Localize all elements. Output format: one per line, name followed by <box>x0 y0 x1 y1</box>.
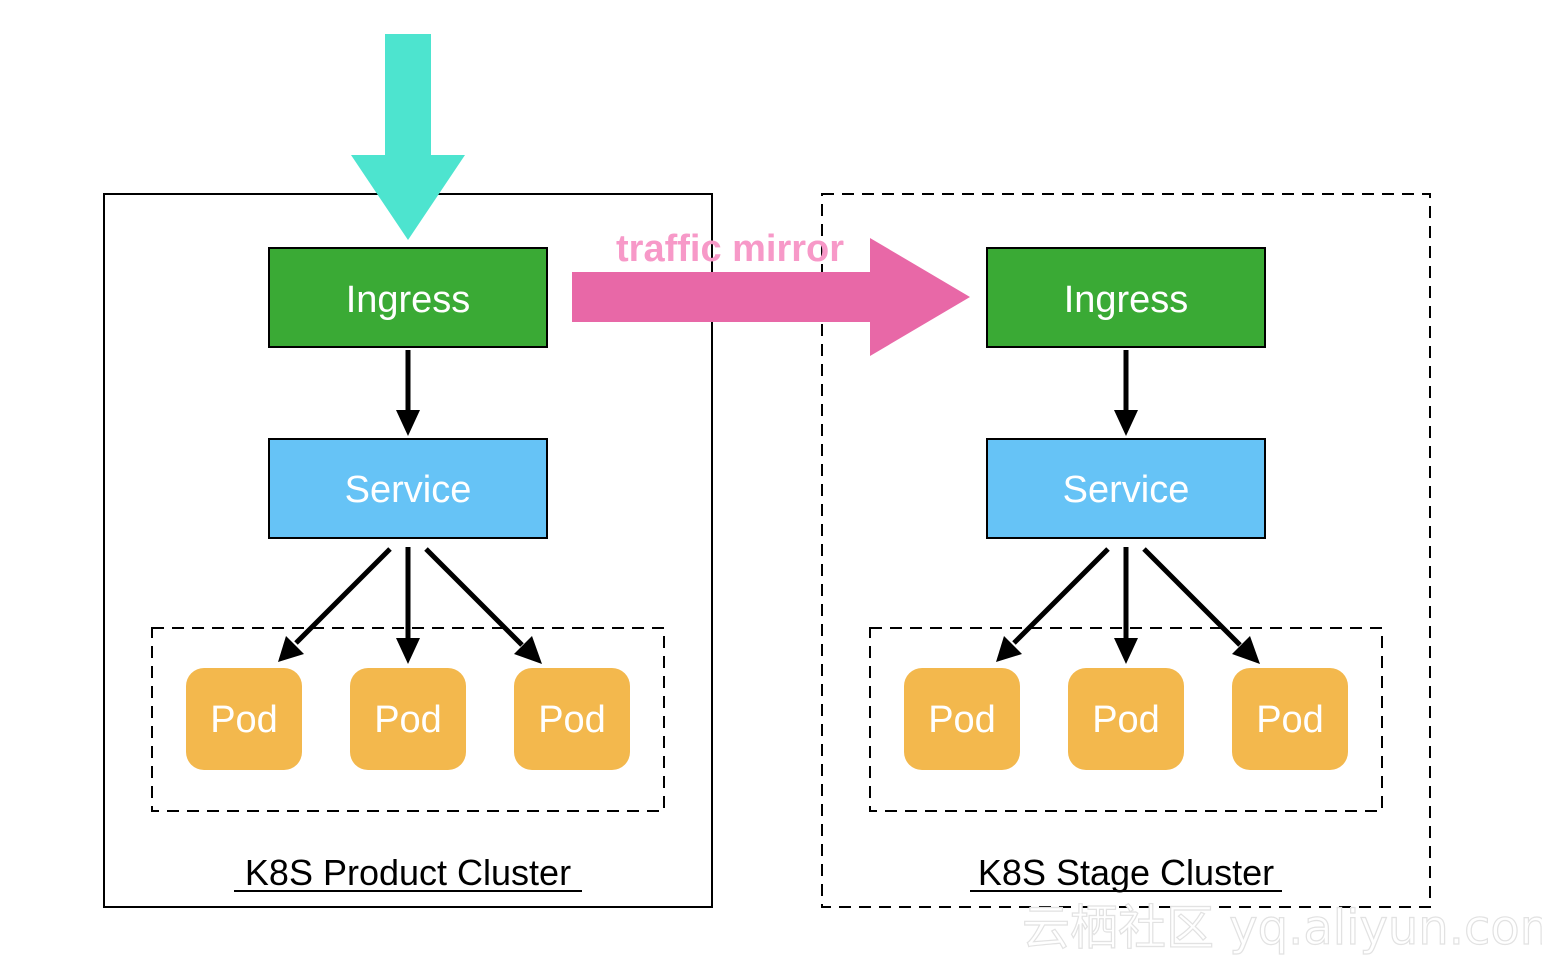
pod-label: Pod <box>210 699 278 741</box>
product-service-node[interactable]: Service <box>268 438 548 539</box>
pod-label: Pod <box>1092 699 1160 741</box>
service-to-pod-arrow <box>424 547 524 647</box>
diagram-canvas: Ingress Service Ingress Service Pod Pod … <box>103 34 1542 957</box>
stage-pod[interactable]: Pod <box>1232 668 1348 770</box>
down-arrow-icon <box>351 34 465 240</box>
arrowhead <box>396 638 420 664</box>
stage-service-label: Service <box>1063 469 1190 511</box>
product-ingress-label: Ingress <box>346 279 471 321</box>
product-pod[interactable]: Pod <box>514 668 630 770</box>
pod-label: Pod <box>928 699 996 741</box>
stage-ingress-label: Ingress <box>1064 279 1189 321</box>
stage-pod[interactable]: Pod <box>1068 668 1184 770</box>
arrowhead <box>396 410 420 436</box>
arrowhead <box>1114 410 1138 436</box>
product-ingress-node[interactable]: Ingress <box>268 247 548 348</box>
product-pod[interactable]: Pod <box>350 668 466 770</box>
stage-pod[interactable]: Pod <box>904 668 1020 770</box>
stage-cluster-label: K8S Stage Cluster <box>978 852 1274 893</box>
traffic-mirror-label: traffic mirror <box>616 228 844 270</box>
pod-label: Pod <box>1256 699 1324 741</box>
arrowhead <box>1114 638 1138 664</box>
service-to-pod-arrow <box>1142 547 1242 647</box>
watermark: 云栖社区 yq.aliyun.com <box>1022 900 1542 956</box>
pod-label: Pod <box>374 699 442 741</box>
pod-label: Pod <box>538 699 606 741</box>
product-cluster-label: K8S Product Cluster <box>245 852 571 893</box>
stage-ingress-node[interactable]: Ingress <box>986 247 1266 348</box>
product-pod[interactable]: Pod <box>186 668 302 770</box>
stage-service-node[interactable]: Service <box>986 438 1266 539</box>
product-service-label: Service <box>345 469 472 511</box>
